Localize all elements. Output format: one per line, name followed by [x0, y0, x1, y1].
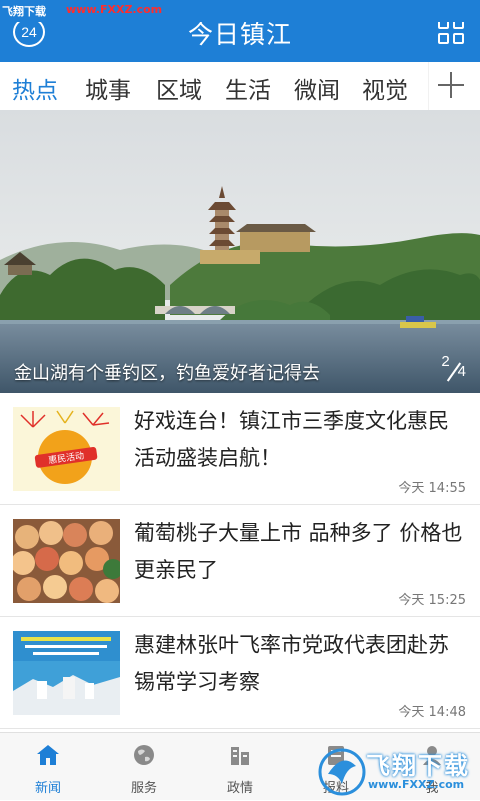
watermark-url: www.FXXZ.com [66, 3, 163, 16]
carousel-pager: 24 [441, 353, 466, 383]
watermark-badge-url: www.FXXZ.com [368, 778, 465, 791]
building-icon [231, 747, 249, 765]
nav-label: 服务 [130, 781, 157, 796]
nav-news[interactable]: 新闻 [0, 733, 96, 801]
tab-region[interactable]: 区域 [156, 71, 202, 105]
tab-hot[interactable]: 热点 [12, 71, 58, 105]
hero-caption[interactable]: 金山湖有个垂钓区，钓鱼爱好者记得去 [14, 359, 320, 385]
hero-image [0, 110, 480, 393]
news-title[interactable]: 惠建林张叶飞率市党政代表团赴苏锡常学习考察 [134, 627, 464, 701]
watermark-site-label: 飞翔下载 [2, 5, 46, 18]
tab-visual[interactable]: 视觉 [362, 71, 408, 105]
pager-current: 2 [441, 352, 450, 370]
news-timestamp: 今天 14:55 [398, 481, 466, 496]
globe-icon [134, 745, 154, 765]
nav-services[interactable]: 服务 [96, 733, 192, 801]
watermark-logo [318, 748, 366, 796]
tab-divider [428, 62, 429, 110]
tab-city[interactable]: 城事 [85, 71, 131, 105]
news-list-item[interactable]: 惠建林张叶飞率市党政代表团赴苏锡常学习考察 今天 14:48 [0, 617, 480, 729]
news-thumbnail [13, 519, 120, 603]
home-icon [37, 745, 59, 765]
news-timestamp: 今天 15:25 [398, 593, 466, 608]
watermark-badge: 飞翔下载 www.FXXZ.com [316, 744, 480, 800]
nav-label: 政情 [226, 781, 253, 796]
hero-carousel[interactable]: 金山湖有个垂钓区，钓鱼爱好者记得去 24 [0, 110, 480, 393]
watermark-top: 飞翔下载 www.FXXZ.com [0, 0, 480, 22]
news-title[interactable]: 葡萄桃子大量上市 品种多了 价格也更亲民了 [134, 515, 464, 589]
news-thumbnail: 惠民活动 [13, 407, 120, 491]
category-tabs: 热点 城事 区域 生活 微闻 视觉 [0, 62, 480, 110]
tab-life[interactable]: 生活 [225, 71, 271, 105]
news-list-item[interactable]: 惠民活动 好戏连台！镇江市三季度文化惠民活动盛装启航！ 今天 14:55 [0, 393, 480, 505]
nav-government[interactable]: 政情 [192, 733, 288, 801]
news-timestamp: 今天 14:48 [398, 705, 466, 720]
watermark-badge-text: 飞翔下载 [366, 752, 470, 780]
tab-micro-news[interactable]: 微闻 [294, 71, 340, 105]
news-thumbnail [13, 631, 120, 715]
nav-label: 新闻 [34, 781, 61, 796]
news-title[interactable]: 好戏连台！镇江市三季度文化惠民活动盛装启航！ [134, 403, 464, 477]
add-tab-icon[interactable] [437, 68, 465, 102]
news-list-item[interactable]: 葡萄桃子大量上市 品种多了 价格也更亲民了 今天 15:25 [0, 505, 480, 617]
